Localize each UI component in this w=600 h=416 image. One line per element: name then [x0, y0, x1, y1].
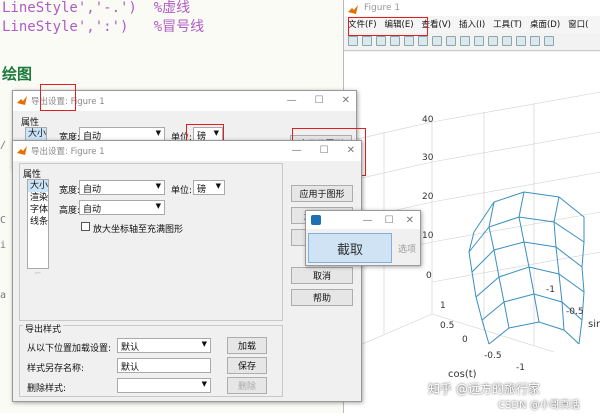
help-button[interactable]: 帮助: [291, 289, 353, 306]
z-tick-label: 10: [422, 231, 434, 241]
x-axis-label: cos(t): [448, 369, 477, 380]
y-tick-label: -1: [546, 285, 555, 295]
height-label: 高度:: [59, 206, 81, 216]
watermark-csdn: CSDN @小哥真话: [498, 400, 580, 411]
menu-window[interactable]: 窗口(: [568, 18, 588, 31]
y-tick-label: -0.5: [566, 307, 584, 317]
capture-app-icon: [311, 215, 321, 225]
close-icon[interactable]: ✕: [347, 145, 355, 156]
menu-tools[interactable]: 工具(T): [493, 18, 522, 31]
pan-icon[interactable]: [446, 36, 456, 46]
z-tick-label: 20: [422, 192, 434, 202]
dialog-titlebar: 导出设置: Figure 1 — ☐ ✕: [13, 141, 361, 161]
watermark-zhihu: 知乎 @远方的旅行家: [428, 382, 540, 396]
hide-plot-icon[interactable]: [544, 36, 554, 46]
figure-title: Figure 1: [364, 3, 401, 13]
list-item-size[interactable]: 大小: [26, 128, 46, 140]
apply-to-figure-button[interactable]: 应用于图形: [291, 185, 353, 202]
list-item-size[interactable]: 大小: [28, 180, 48, 192]
unit-select[interactable]: 磅 ▼: [193, 180, 225, 195]
matlab-icon: [17, 146, 27, 155]
pointer-icon[interactable]: [404, 36, 414, 46]
properties-list[interactable]: 大小 渲染 字体 线条: [27, 179, 49, 269]
minimize-icon[interactable]: —: [363, 215, 373, 226]
export-style-label: 导出样式: [23, 322, 64, 335]
x-tick-label: 0.5: [440, 321, 454, 331]
height-select[interactable]: 自动 ▼: [79, 200, 165, 215]
load-button[interactable]: 加载: [227, 337, 267, 354]
capture-button[interactable]: 截取: [308, 233, 392, 263]
menu-insert[interactable]: 插入(I): [459, 18, 485, 31]
link-icon[interactable]: [502, 36, 512, 46]
x-tick-label: -0.5: [484, 351, 502, 361]
rotate-icon[interactable]: [460, 36, 470, 46]
load-style-select[interactable]: 默认 ▼: [117, 338, 211, 353]
matlab-icon: [348, 5, 358, 14]
section-heading: 绘图: [2, 65, 33, 83]
list-item-render[interactable]: 渲染: [28, 192, 48, 204]
gutter-mark: i: [0, 240, 7, 251]
width-select[interactable]: 自动 ▼: [79, 180, 165, 195]
data-cursor-icon[interactable]: [474, 36, 484, 46]
legend-icon[interactable]: [530, 36, 540, 46]
x-tick-label: 1: [440, 301, 446, 311]
close-icon[interactable]: ✕: [342, 95, 350, 106]
delete-style-label: 删除样式:: [27, 384, 67, 394]
save-icon[interactable]: [376, 36, 386, 46]
brush-icon[interactable]: [488, 36, 498, 46]
x-tick-label: -1: [516, 363, 525, 373]
maximize-icon[interactable]: ☐: [315, 95, 324, 106]
maximize-icon[interactable]: ☐: [320, 145, 329, 156]
delete-style-select[interactable]: ▼: [117, 378, 211, 393]
zoom-out-icon[interactable]: [432, 36, 442, 46]
gutter-mark: C: [0, 215, 7, 226]
style-name-input[interactable]: 默认: [117, 358, 211, 373]
list-item-font[interactable]: 字体: [28, 204, 48, 216]
z-tick-label: 40: [422, 115, 434, 125]
delete-button[interactable]: 删除: [227, 377, 267, 394]
y-axis-label: sin: [588, 319, 600, 330]
mesh-lines: [468, 191, 585, 345]
red-highlight-title: [40, 84, 76, 111]
capture-titlebar: — ☐ ✕: [306, 211, 420, 229]
ghost-text: ─: [35, 269, 41, 279]
save-button[interactable]: 保存: [227, 357, 267, 374]
unit-label: 单位:: [171, 186, 193, 196]
z-tick-label: 30: [422, 153, 434, 163]
minimize-icon[interactable]: —: [287, 95, 297, 106]
load-from-label: 从以下位置加载设置:: [27, 344, 112, 354]
expand-axes-label: 放大坐标轴至充满图形: [93, 225, 184, 235]
colorbar-icon[interactable]: [516, 36, 526, 46]
width-label: 宽度:: [59, 186, 81, 196]
x-tick-label: 0: [462, 335, 468, 345]
code-line-2: LineStyle',':') %冒号线: [2, 19, 205, 35]
minimize-icon[interactable]: —: [292, 145, 302, 156]
code-line-1: LineStyle','-.') %虚线: [2, 0, 191, 16]
list-item-lines[interactable]: 线条: [28, 216, 48, 228]
options-button[interactable]: 选项: [394, 233, 420, 263]
maximize-icon[interactable]: ☐: [385, 215, 394, 226]
gutter-mark: a: [0, 290, 7, 301]
dialog-title: 导出设置: Figure 1: [31, 147, 105, 157]
capture-tool-window: — ☐ ✕ 截取 选项: [305, 210, 421, 266]
figure-titlebar: Figure 1: [344, 0, 600, 16]
close-icon[interactable]: ✕: [406, 215, 414, 226]
gutter-mark: /: [0, 140, 7, 151]
figure-window: Figure 1 文件(F) 编辑(E) 查看(V) 插入(I) 工具(T) 桌…: [343, 0, 600, 413]
export-settings-dialog: 导出设置: Figure 1 — ☐ ✕ 属性 大小 渲染 字体 线条 宽度: 自动…: [12, 140, 362, 402]
open-icon[interactable]: [362, 36, 372, 46]
expand-axes-checkbox[interactable]: [81, 222, 90, 231]
new-figure-icon[interactable]: [348, 36, 358, 46]
menu-desktop[interactable]: 桌面(D): [530, 18, 560, 31]
red-highlight-menu: [348, 17, 428, 36]
zoom-in-icon[interactable]: [418, 36, 428, 46]
matlab-icon: [17, 96, 27, 105]
z-tick-label: 0: [426, 271, 432, 281]
save-as-label: 样式另存名称:: [27, 364, 85, 374]
cancel-button[interactable]: 取消: [291, 267, 353, 284]
print-icon[interactable]: [390, 36, 400, 46]
